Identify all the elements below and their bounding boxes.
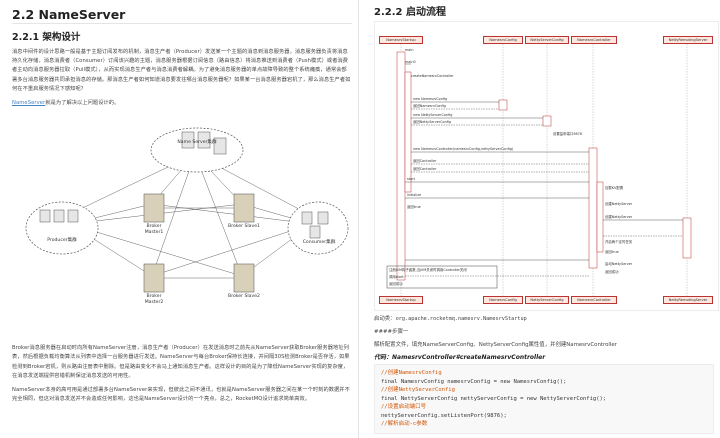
seq-msg-new-namesrvconfig: new NamesrvConfig (413, 97, 448, 101)
startup-class-code: org.apache.rocketmq.namesrv.NamesrvStart… (395, 316, 527, 322)
code-line: final NamesrvConfig namesrvConfig = new … (381, 378, 567, 385)
nameserver-cluster-label: Name Server集群 (177, 140, 217, 146)
participant-namesrvconfig-bottom: NamesrvConfig (483, 296, 523, 304)
participant-namesrvconfig: NamesrvConfig (483, 36, 523, 44)
seq-msg-jvm-hook: 注册JVM钩子函数,当JVM关闭时调用Controller关闭 (389, 268, 467, 272)
paragraph-4: NameServer本身的高可用是通过部署多台NameServer来实现，但彼此… (12, 387, 350, 403)
seq-msg-return-true-2: 返回true (605, 250, 619, 254)
participant-nettyserverconfig: NettyServerConfig (525, 36, 569, 44)
seq-msg-return-success-2: 返回成功 (605, 270, 619, 274)
code-line: //解析启动-c参数 (381, 421, 428, 427)
step-description: 解析配置文件，填充NameServerConfig、NettyServerCon… (374, 342, 617, 348)
startup-flow-title: 2.2.2 启动流程 (374, 7, 446, 18)
broker-master1-label: Broker Master1 (144, 224, 164, 236)
seq-msg-call-start: 调用start (389, 275, 404, 279)
participant-namesrvcontroller: NamesrvController (571, 36, 617, 44)
seq-msg-return-nettyserverconfig: 返回NettyServerConfig (413, 120, 452, 124)
seq-msg-return-controller-1: 返回Controller (413, 159, 437, 163)
nameserver-architecture-diagram: Name Server集群 Producer集群 Consumer集群 Brok… (12, 116, 352, 334)
paragraph-2: NameServer就是为了解决以上问题设计的。 (12, 100, 120, 107)
left-column: 2.2 NameServer 2.2.1 架构设计 消息中间件的设计思路一般是基… (0, 0, 359, 438)
seq-msg-listen-port: 设置监听端口9876 (553, 132, 582, 136)
seq-msg-create-netty-1: 创建NettyServer (605, 202, 633, 206)
subsection-title: 2.2.1 架构设计 (12, 32, 81, 43)
seq-msg-main: main (405, 48, 414, 52)
broker-slave2-label: Broker Slave2 (228, 294, 260, 300)
paragraph-3: Broker消息服务器在启动时向所有NameServer注册，消息生产者（Pro… (12, 345, 350, 379)
seq-msg-create-controller: createNamesrvController (411, 74, 454, 78)
right-column: 2.2.2 启动流程 NamesrvStartup NamesrvConfig … (362, 0, 720, 438)
seq-msg-start: start (407, 177, 415, 181)
seq-msg-create-netty-2: 创建NettyServer (605, 215, 633, 219)
step-heading: ####步骤一 (374, 329, 409, 335)
seq-msg-start-netty: 启动NettyServer (605, 262, 633, 266)
participant-namesrvstartup-bottom: NamesrvStartup (379, 296, 423, 304)
code-line: //设置启动端口号 (381, 404, 427, 410)
code-line: nettyServerConfig.setListenPort(9876); (381, 412, 507, 419)
broker-master2-label: Broker Master2 (144, 294, 164, 306)
seq-msg-load-kv: 加载KV配置 (605, 186, 624, 190)
seq-msg-return-namesrvconfig: 返回NamesrvConfig (413, 104, 446, 108)
broker-slave1-label: Broker Slave1 (228, 224, 260, 230)
code-line: //创建NettyServerConfig (381, 387, 455, 393)
participant-namesrvcontroller-bottom: NamesrvController (571, 296, 617, 304)
participant-nettyremotingserver: NettyRemotingServer (663, 36, 713, 44)
paragraph-1: 消息中间件的设计思路一般是基于主题订阅发布的机制，消息生产者（Producer）… (12, 49, 351, 92)
seq-msg-return-controller-2: 返回Controller (413, 167, 437, 171)
consumer-cluster-label: Consumer集群 (302, 240, 336, 246)
seq-msg-return-success-1: 返回成功 (389, 282, 403, 286)
producer-cluster-label: Producer集群 (47, 238, 77, 244)
seq-msg-timers: 开启两个定时任务 (605, 240, 633, 244)
startup-sequence-diagram: NamesrvStartup NamesrvConfig NettyServer… (374, 21, 719, 311)
seq-msg-main0: main0 (405, 60, 416, 64)
seq-msg-initialize: initialize (407, 193, 422, 197)
participant-nettyremotingserver-bottom: NettyRemotingServer (663, 296, 713, 304)
participant-nettyserverconfig-bottom: NettyServerConfig (525, 296, 569, 304)
seq-msg-return-true-1: 返回true (407, 205, 421, 209)
code-title: 代码：NamesrvController#createNamesrvContro… (374, 354, 546, 361)
seq-msg-new-controller: new NamesrvController(namesrvConfig,nett… (413, 147, 514, 151)
code-line: //创建NamesrvConfig (381, 370, 442, 376)
code-line: final NettyServerConfig nettyServerConfi… (381, 395, 607, 402)
nameserver-link[interactable]: NameServer (12, 100, 45, 106)
participant-namesrvstartup: NamesrvStartup (379, 36, 423, 44)
section-title: 2.2 NameServer (12, 6, 352, 24)
startup-class-line: 启动类：org.apache.rocketmq.namesrv.NamesrvS… (374, 316, 527, 322)
code-block: //创建NamesrvConfig final NamesrvConfig na… (374, 364, 714, 434)
seq-msg-new-nettyserverconfig: new NettyServerConfig (413, 113, 453, 117)
